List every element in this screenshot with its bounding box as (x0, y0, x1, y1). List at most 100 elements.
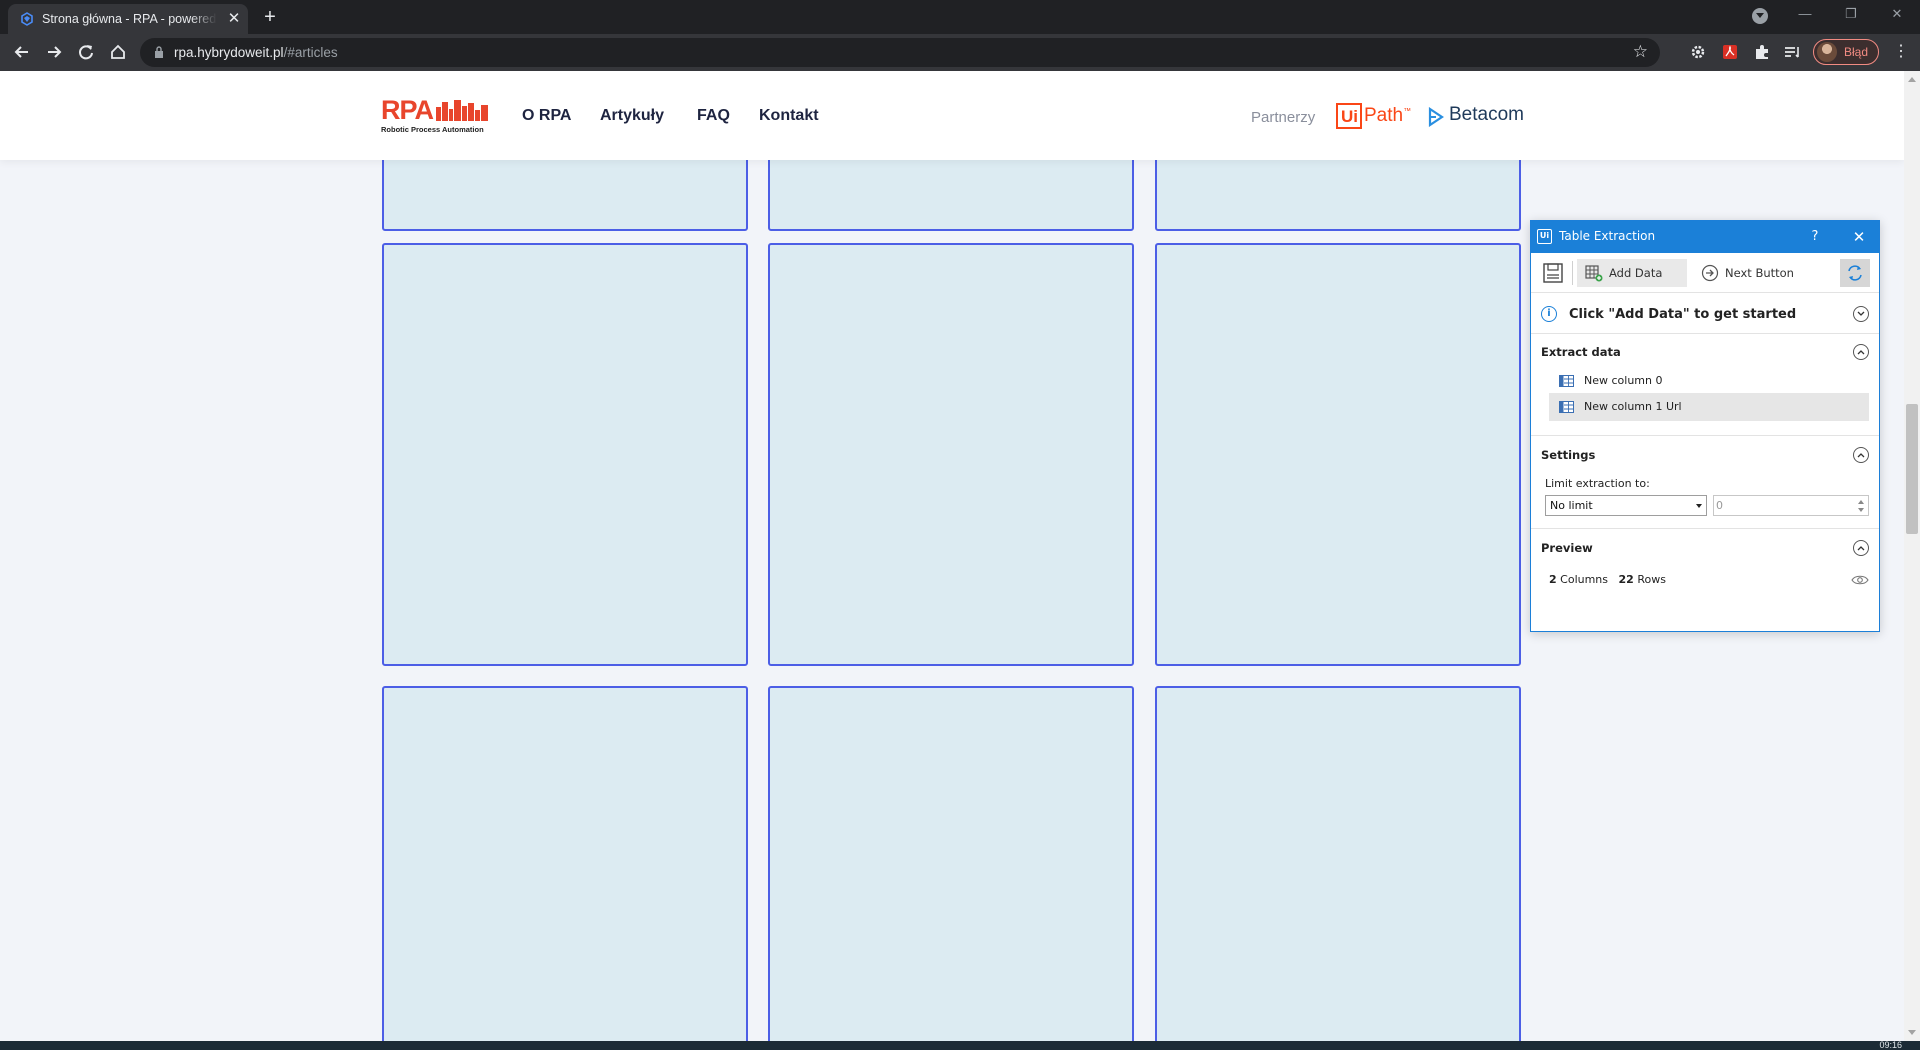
new-tab-button[interactable]: + (258, 6, 282, 30)
betacom-partner-logo[interactable]: Betacom (1427, 104, 1527, 130)
uipath-partner-logo[interactable]: Ui Path™ (1336, 103, 1412, 131)
columns-count: 2 (1549, 573, 1557, 586)
back-arrow-icon[interactable] (8, 38, 36, 66)
window-minimize-button[interactable]: — (1782, 0, 1828, 30)
url-text: rpa.hybrydoweit.pl/#articles (174, 45, 338, 60)
pdf-extension-icon[interactable] (1721, 43, 1739, 61)
scroll-down-arrow-icon[interactable] (1908, 1030, 1916, 1035)
url-path: /#articles (283, 45, 338, 60)
panel-title: Table Extraction (1559, 229, 1656, 243)
preview-collapse-chevron-icon[interactable] (1853, 540, 1869, 556)
preview-section: Preview 2 Columns 22 Rows (1531, 530, 1879, 600)
article-card[interactable] (768, 686, 1134, 1041)
save-icon[interactable] (1541, 261, 1565, 285)
extract-column-item[interactable]: New column 1 Url (1549, 393, 1869, 421)
refresh-cycle-icon (1848, 265, 1862, 281)
url-host: rpa.hybrydoweit.pl (174, 45, 284, 60)
limit-count-input[interactable] (1716, 498, 1846, 513)
extract-column-item[interactable]: New column 0 (1549, 367, 1869, 395)
limit-extraction-select[interactable]: No limit (1545, 495, 1707, 516)
nav-link-faq[interactable]: FAQ (697, 107, 730, 125)
betacom-text: Betacom (1449, 104, 1524, 125)
uipath-trademark: ™ (1403, 106, 1412, 116)
forward-arrow-icon[interactable] (40, 38, 68, 66)
preview-eye-icon[interactable] (1851, 574, 1869, 586)
browser-menu-icon[interactable]: ⋮ (1892, 43, 1910, 61)
logo-city-skyline-icon (436, 100, 488, 121)
scroll-thumb[interactable] (1906, 404, 1918, 534)
extract-collapse-chevron-icon[interactable] (1853, 344, 1869, 360)
lock-icon[interactable] (154, 46, 164, 58)
uipath-path-word: Path (1364, 105, 1404, 126)
address-bar[interactable]: rpa.hybrydoweit.pl/#articles ☆ (140, 38, 1660, 67)
columns-label: Columns (1560, 573, 1609, 586)
site-favicon-icon (21, 12, 33, 26)
uipath-box: Ui (1336, 103, 1362, 129)
panel-close-icon[interactable]: ✕ (1849, 227, 1869, 247)
uipath-ui-icon: Ui (1537, 229, 1552, 244)
reload-icon[interactable] (72, 38, 100, 66)
window-close-button[interactable]: ✕ (1874, 0, 1920, 30)
stepper-up-icon[interactable] (1858, 500, 1864, 504)
panel-toolbar: Add Data Next Button (1531, 253, 1879, 293)
tab-search-icon[interactable] (1752, 8, 1768, 24)
limit-extraction-label: Limit extraction to: (1545, 477, 1650, 490)
refresh-button[interactable] (1840, 259, 1870, 287)
tab-close-icon[interactable]: ✕ (226, 11, 242, 27)
rows-label: Rows (1637, 573, 1666, 586)
logo-subtitle: Robotic Process Automation (381, 125, 484, 134)
article-card[interactable] (382, 686, 748, 1041)
article-card[interactable] (1155, 686, 1521, 1041)
rows-count: 22 (1618, 573, 1634, 586)
profile-button[interactable]: Błąd (1813, 39, 1879, 65)
nav-link-kontakt[interactable]: Kontakt (759, 107, 819, 125)
settings-section: Settings Limit extraction to: No limit (1531, 437, 1879, 529)
tab-title: Strona główna - RPA - powered by (42, 12, 217, 26)
rpa-logo[interactable]: RPA Robotic Process Automation (381, 97, 489, 134)
betacom-logo-icon (1428, 107, 1444, 127)
page-scrollbar[interactable] (1904, 71, 1920, 1041)
nav-link-o-rpa[interactable]: O RPA (522, 107, 571, 125)
limit-count-stepper[interactable] (1713, 495, 1869, 516)
next-button-picker[interactable]: Next Button (1697, 259, 1807, 287)
preview-stats: 2 Columns 22 Rows (1549, 573, 1666, 586)
uipath-ui-text: Ui (1341, 107, 1358, 126)
taskbar-clock: 09:16 (1879, 1040, 1902, 1050)
column-table-icon (1559, 401, 1574, 413)
info-expand-chevron-icon[interactable] (1853, 306, 1869, 322)
settings-collapse-chevron-icon[interactable] (1853, 447, 1869, 463)
scroll-up-arrow-icon[interactable] (1908, 77, 1916, 82)
info-message: Click "Add Data" to get started (1569, 307, 1797, 322)
os-taskbar: 09:16 (0, 1040, 1920, 1050)
browser-toolbar: rpa.hybrydoweit.pl/#articles ☆ Błąd ⋮ (0, 34, 1920, 71)
browser-tabstrip: Strona główna - RPA - powered by ✕ + — ❐… (0, 0, 1920, 34)
site-header: RPA Robotic Process Automation O RPA Art… (0, 71, 1904, 160)
table-extraction-panel: Ui Table Extraction ? ✕ Add Data Next Bu… (1530, 220, 1880, 632)
panel-titlebar[interactable]: Ui Table Extraction ? ✕ (1531, 221, 1879, 253)
profile-error-label: Błąd (1844, 45, 1869, 59)
window-restore-button[interactable]: ❐ (1828, 0, 1874, 30)
bookmark-star-icon[interactable]: ☆ (1633, 42, 1648, 62)
extensions-puzzle-icon[interactable] (1753, 43, 1771, 61)
help-icon[interactable]: ? (1805, 227, 1825, 247)
stepper-down-icon[interactable] (1858, 508, 1864, 512)
next-arrow-icon (1701, 264, 1719, 282)
column-name: New column 0 (1584, 374, 1663, 387)
article-card[interactable] (1155, 243, 1521, 666)
preview-title: Preview (1541, 541, 1593, 555)
reading-list-icon[interactable] (1783, 43, 1801, 61)
nav-link-artykuly[interactable]: Artykuły (600, 107, 664, 125)
dropdown-arrow-icon (1696, 504, 1702, 508)
article-card[interactable] (382, 243, 748, 666)
home-icon[interactable] (104, 38, 132, 66)
add-data-button[interactable]: Add Data (1577, 259, 1687, 287)
next-button-label: Next Button (1725, 266, 1794, 280)
extension-gear-icon[interactable] (1689, 43, 1707, 61)
column-name: New column 1 Url (1584, 400, 1682, 413)
browser-tab-active[interactable]: Strona główna - RPA - powered by ✕ (8, 4, 248, 34)
toolbar-divider (1572, 261, 1573, 285)
info-section: i Click "Add Data" to get started (1531, 294, 1879, 334)
article-card[interactable] (768, 243, 1134, 666)
add-data-table-icon (1585, 265, 1603, 282)
info-icon: i (1541, 306, 1557, 322)
